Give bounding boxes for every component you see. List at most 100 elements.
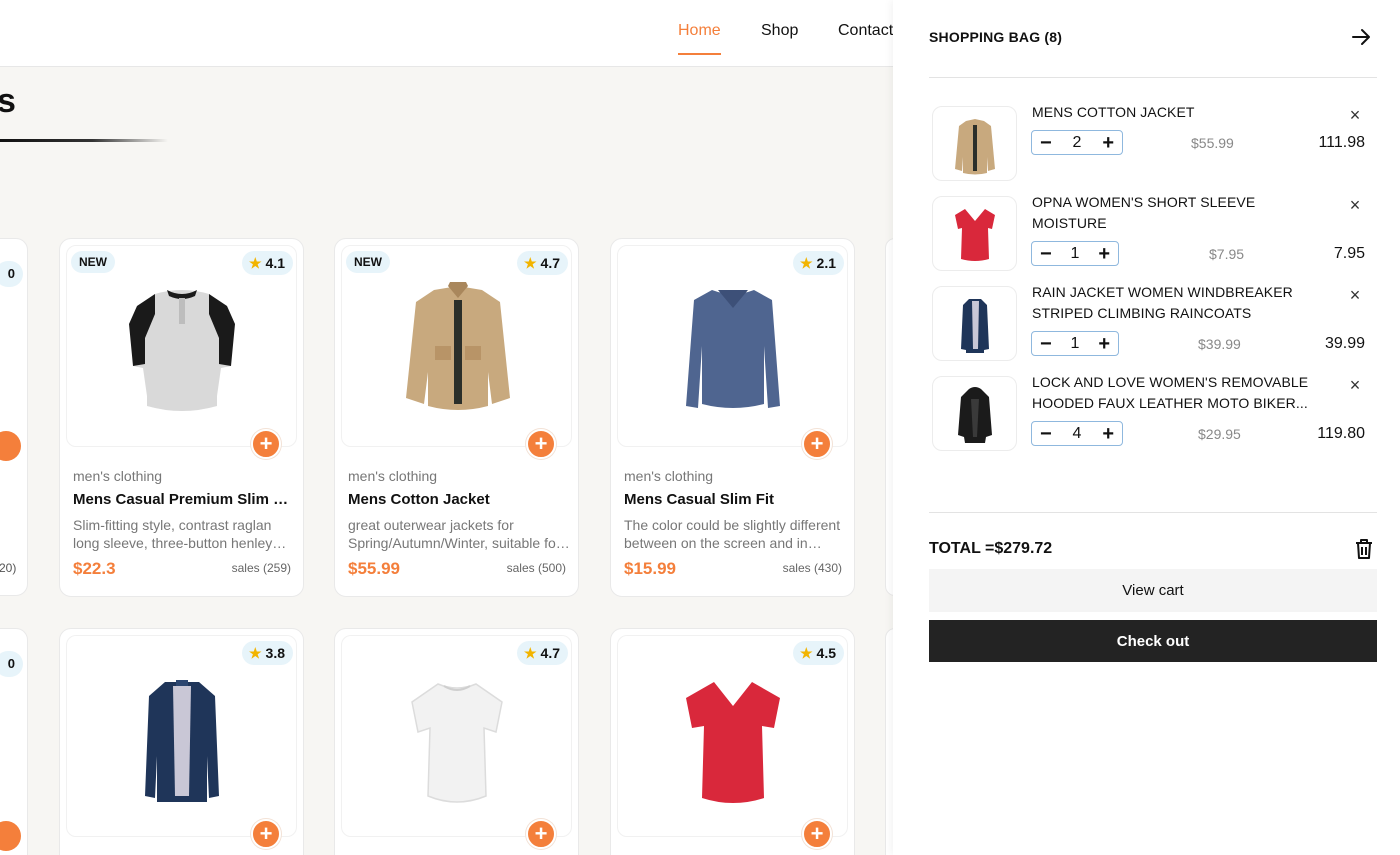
add-to-cart-button[interactable]: + [251, 819, 281, 849]
product-description: great outerwear jackets for Spring/Autum… [348, 517, 561, 551]
product-image [341, 245, 572, 447]
increase-quantity-button[interactable]: + [1102, 424, 1114, 444]
product-card[interactable]: ★ 2.1 + men's clothing Mens Casual Slim F… [610, 238, 855, 597]
bag-total: TOTAL =$279.72 [929, 540, 1053, 557]
quantity-value: 1 [1070, 334, 1080, 352]
view-cart-button[interactable]: View cart [929, 569, 1377, 612]
rating-value: 4.1 [265, 255, 285, 271]
product-image [617, 245, 848, 447]
product-image [341, 635, 572, 837]
product-title[interactable]: Mens Cotton Jacket [348, 491, 570, 508]
quantity-value: 1 [1070, 244, 1080, 262]
nav-shop-link[interactable]: Shop [761, 22, 798, 40]
nav-home-link[interactable]: Home [678, 22, 721, 40]
product-card[interactable]: NEW ★ 4.1 + men's clothing Mens Casual Pr… [59, 238, 304, 597]
remove-item-icon[interactable]: × [1346, 286, 1364, 304]
product-price: $22.3 [73, 559, 116, 578]
sales-count: sales (430) [782, 561, 842, 575]
product-card[interactable]: NEW ★ 4.7 + men's clothing Mens Cotton Ja… [334, 238, 579, 597]
rating-badge: ★ 2.1 [792, 251, 844, 275]
product-category: men's clothing [73, 468, 163, 484]
shopping-bag-drawer: SHOPPING BAG (8) MENS COTTON JACKET × − … [893, 0, 1400, 855]
quantity-stepper: − 2 + [1031, 130, 1123, 155]
bag-item: MENS COTTON JACKET × − 2 + $55.99 111.98 [929, 104, 1377, 186]
line-total: 39.99 [1324, 335, 1365, 352]
product-image [66, 245, 297, 447]
add-to-cart-button[interactable]: + [802, 429, 832, 459]
product-title[interactable]: Mens Casual Premium Slim Fit T-Shirts [73, 491, 295, 508]
checkout-button[interactable]: Check out [929, 620, 1377, 662]
bag-item-name: OPNA WOMEN'S SHORT SLEEVE MOISTURE [1032, 194, 1256, 231]
decrease-quantity-button[interactable]: − [1040, 133, 1052, 153]
unit-price: $7.95 [1209, 246, 1245, 262]
decrease-quantity-button[interactable]: − [1040, 334, 1052, 354]
quantity-stepper: − 1 + [1031, 241, 1119, 266]
decrease-quantity-button[interactable]: − [1040, 424, 1052, 444]
quantity-stepper: − 1 + [1031, 331, 1119, 356]
red-vneck-tshirt-image [686, 682, 780, 803]
quantity-stepper: − 4 + [1031, 421, 1123, 446]
increase-quantity-button[interactable]: + [1098, 334, 1110, 354]
bag-item: RAIN JACKET WOMEN WINDBREAKER STRIPED CL… [929, 284, 1377, 366]
sales-count: 20) [0, 561, 17, 575]
title-underline [0, 139, 168, 142]
navy-raincoat-image [145, 680, 219, 802]
trash-icon[interactable] [1353, 537, 1375, 561]
add-to-cart-button[interactable]: + [802, 819, 832, 849]
bag-item-image [932, 106, 1017, 181]
rating-value: 3.8 [265, 645, 285, 661]
nav-active-underline [678, 53, 721, 55]
add-to-cart-button[interactable] [0, 431, 21, 461]
unit-price: $29.95 [1198, 426, 1241, 442]
add-to-cart-button[interactable]: + [251, 429, 281, 459]
remove-item-icon[interactable]: × [1346, 196, 1364, 214]
bag-item-name: LOCK AND LOVE WOMEN'S REMOVABLE HOODED F… [1032, 374, 1309, 411]
product-card[interactable]: ★ 4.5 + [610, 628, 855, 855]
quantity-value: 4 [1072, 424, 1082, 442]
bag-item: LOCK AND LOVE WOMEN'S REMOVABLE HOODED F… [929, 374, 1377, 456]
khaki-cotton-jacket-image [406, 282, 510, 410]
white-womens-tshirt-image [411, 683, 503, 803]
add-to-cart-button[interactable]: + [526, 819, 556, 849]
product-title[interactable]: Mens Casual Slim Fit [624, 491, 846, 508]
star-icon: ★ [799, 645, 813, 661]
bag-item-name: MENS COTTON JACKET [1032, 104, 1195, 120]
add-to-cart-button[interactable]: + [526, 429, 556, 459]
product-description: The color could be slightly different be… [624, 517, 841, 551]
arrow-right-icon[interactable] [1348, 24, 1374, 50]
product-card[interactable]: ★ 4.7 + [334, 628, 579, 855]
increase-quantity-button[interactable]: + [1102, 133, 1114, 153]
section-title: s [0, 82, 16, 120]
raglan-henley-tshirt-image [129, 290, 235, 411]
bag-title: SHOPPING BAG (8) [929, 29, 1063, 45]
star-icon: ★ [799, 255, 813, 271]
sales-count: sales (500) [506, 561, 566, 575]
increase-quantity-button[interactable]: + [1098, 244, 1110, 264]
product-image [617, 635, 848, 837]
rating-badge: ★ 4.5 [792, 641, 844, 665]
remove-item-icon[interactable]: × [1346, 106, 1364, 124]
remove-item-icon[interactable]: × [1346, 376, 1364, 394]
nav-contact-link[interactable]: Contact [838, 22, 893, 40]
rating-badge: 0 [0, 651, 23, 677]
product-card[interactable]: ★ 3.8 + [59, 628, 304, 855]
sales-count: sales (259) [231, 561, 291, 575]
decrease-quantity-button[interactable]: − [1040, 244, 1052, 264]
partial-product-card[interactable]: 0 [0, 628, 28, 855]
unit-price: $39.99 [1198, 336, 1241, 352]
partial-product-card[interactable]: 0 20) [0, 238, 28, 596]
line-total: 7.95 [1333, 245, 1365, 262]
bag-item-image [932, 376, 1017, 451]
bag-item-image [932, 196, 1017, 271]
product-price: $55.99 [348, 559, 400, 578]
new-badge: NEW [346, 251, 390, 273]
product-image [66, 635, 297, 837]
rating-value: 4.7 [540, 255, 560, 271]
star-icon: ★ [523, 645, 537, 661]
line-total: 119.80 [1317, 425, 1365, 442]
add-to-cart-button[interactable] [0, 821, 21, 851]
rating-value: 4.7 [540, 645, 560, 661]
star-icon: ★ [248, 255, 262, 271]
rating-badge: ★ 3.8 [241, 641, 293, 665]
new-badge: NEW [71, 251, 115, 273]
